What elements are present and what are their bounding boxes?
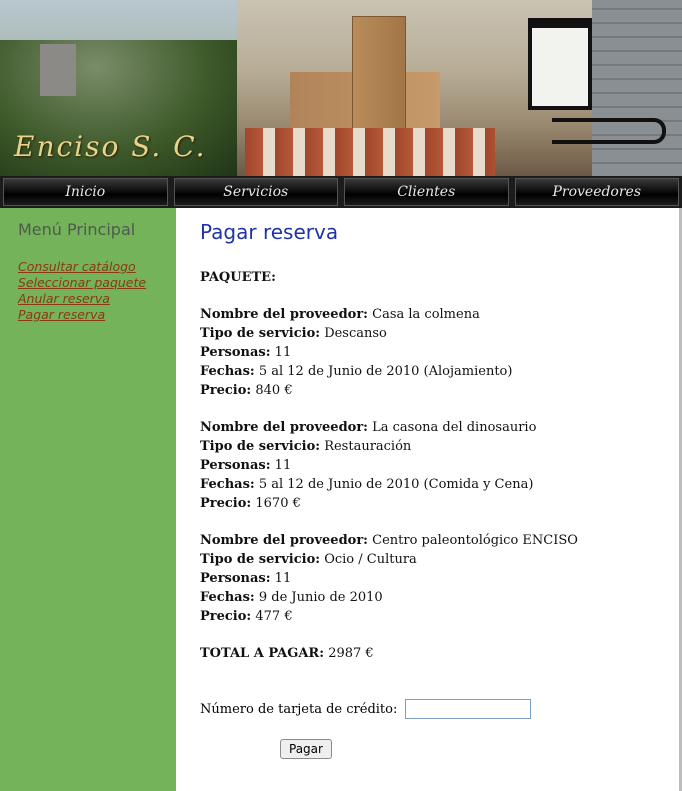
header-banner: Enciso S. C. <box>0 0 682 176</box>
site-logo: Enciso S. C. <box>14 130 207 163</box>
package-heading: PAQUETE: <box>200 270 276 285</box>
price-value: 477 € <box>255 609 293 624</box>
people-value: 11 <box>274 345 292 360</box>
price-label: Precio: <box>200 383 252 398</box>
provider-value: Centro paleontológico ENCISO <box>372 533 578 548</box>
card-number-label: Número de tarjeta de crédito: <box>200 701 398 717</box>
dates-value: 5 al 12 de Junio de 2010 (Alojamiento) <box>258 364 513 379</box>
dates-label: Fechas: <box>200 477 255 492</box>
provider-value: La casona del dinosaurio <box>372 420 537 435</box>
people-value: 11 <box>274 458 292 473</box>
service-value: Restauración <box>324 439 412 454</box>
package-item: Nombre del proveedor: Casa la colmena Ti… <box>200 305 679 400</box>
provider-label: Nombre del proveedor: <box>200 533 368 548</box>
people-label: Personas: <box>200 571 271 586</box>
total-value: 2987 € <box>328 646 374 661</box>
package-item: Nombre del proveedor: La casona del dino… <box>200 418 679 513</box>
sidebar-link-consultar-catalogo[interactable]: Consultar catálogo <box>18 259 176 275</box>
nav-servicios[interactable]: Servicios <box>173 178 338 206</box>
bell-tower-image <box>352 16 406 140</box>
price-value: 1670 € <box>255 496 301 511</box>
people-label: Personas: <box>200 458 271 473</box>
page: Enciso S. C. Inicio Servicios Clientes P… <box>0 0 682 791</box>
lamp-bracket-icon <box>552 118 666 144</box>
provider-label: Nombre del proveedor: <box>200 307 368 322</box>
main-nav: Inicio Servicios Clientes Proveedores <box>0 176 682 208</box>
service-label: Tipo de servicio: <box>200 326 321 341</box>
service-value: Descanso <box>324 326 387 341</box>
card-row: Número de tarjeta de crédito: <box>200 699 679 719</box>
sidebar: Menú Principal Consultar catálogo Selecc… <box>0 208 176 791</box>
total-row: TOTAL A PAGAR: 2987 € <box>200 644 679 663</box>
pay-button[interactable]: Pagar <box>280 739 332 759</box>
price-label: Precio: <box>200 496 252 511</box>
dates-value: 5 al 12 de Junio de 2010 (Comida y Cena) <box>258 477 534 492</box>
dates-label: Fechas: <box>200 364 255 379</box>
nav-proveedores[interactable]: Proveedores <box>514 178 679 206</box>
sidebar-link-pagar-reserva[interactable]: Pagar reserva <box>18 307 176 323</box>
card-number-input[interactable] <box>405 699 532 719</box>
service-value: Ocio / Cultura <box>324 552 417 567</box>
nav-inicio[interactable]: Inicio <box>3 178 168 206</box>
stone-wall-image <box>592 0 682 176</box>
price-value: 840 € <box>255 383 293 398</box>
sidebar-link-anular-reserva[interactable]: Anular reserva <box>18 291 176 307</box>
price-label: Precio: <box>200 609 252 624</box>
castle-image <box>40 44 76 96</box>
sidebar-link-seleccionar-paquete[interactable]: Seleccionar paquete <box>18 275 176 291</box>
main-content: Pagar reserva PAQUETE: Nombre del provee… <box>176 208 682 791</box>
provider-value: Casa la colmena <box>372 307 480 322</box>
nav-clientes[interactable]: Clientes <box>344 178 509 206</box>
provider-label: Nombre del proveedor: <box>200 420 368 435</box>
people-value: 11 <box>274 571 292 586</box>
sidebar-title: Menú Principal <box>18 220 136 239</box>
rooftops-image <box>245 128 495 176</box>
service-label: Tipo de servicio: <box>200 552 321 567</box>
service-label: Tipo de servicio: <box>200 439 321 454</box>
total-label: TOTAL A PAGAR: <box>200 646 325 661</box>
package-item: Nombre del proveedor: Centro paleontológ… <box>200 531 679 626</box>
street-lamp-icon <box>528 18 592 110</box>
people-label: Personas: <box>200 345 271 360</box>
page-title: Pagar reserva <box>200 220 339 244</box>
dates-label: Fechas: <box>200 590 255 605</box>
dates-value: 9 de Junio de 2010 <box>258 590 383 605</box>
